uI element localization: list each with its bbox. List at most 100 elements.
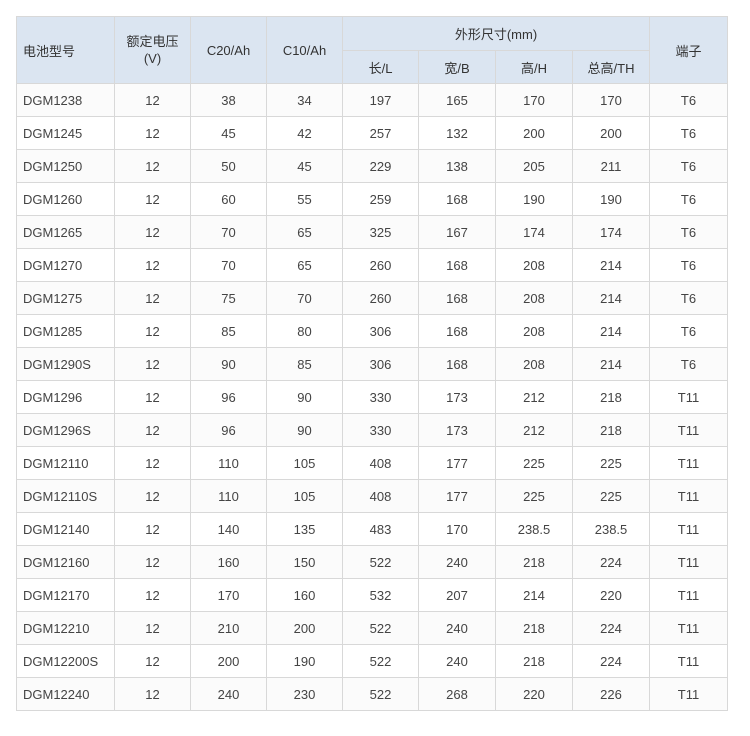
cell-length: 330: [342, 413, 419, 447]
cell-height: 218: [495, 545, 573, 579]
cell-terminal: T6: [649, 248, 729, 282]
cell-c10: 34: [266, 83, 343, 117]
cell-model: DGM12140: [16, 512, 115, 546]
table-row: DGM12160 12 160 150 522 240 218 224 T11: [16, 545, 729, 579]
battery-spec-table: 电池型号 额定电压 (V) C20/Ah C10/Ah 外形尺寸(mm) 端子 …: [16, 16, 729, 711]
cell-terminal: T11: [649, 578, 729, 612]
table-row: DGM1250 12 50 45 229 138 205 211 T6: [16, 149, 729, 183]
table-row: DGM12110 12 110 105 408 177 225 225 T11: [16, 446, 729, 480]
cell-c10: 135: [266, 512, 343, 546]
header-terminal: 端子: [649, 16, 729, 84]
cell-c20: 38: [190, 83, 267, 117]
cell-c10: 65: [266, 248, 343, 282]
cell-terminal: T11: [649, 479, 729, 513]
cell-c10: 42: [266, 116, 343, 150]
table-header: 电池型号 额定电压 (V) C20/Ah C10/Ah 外形尺寸(mm) 端子 …: [16, 16, 729, 84]
cell-model: DGM12110S: [16, 479, 115, 513]
cell-terminal: T6: [649, 149, 729, 183]
cell-c20: 90: [190, 347, 267, 381]
cell-total-height: 174: [571, 215, 651, 249]
header-height: 高/H: [495, 50, 573, 84]
cell-c20: 70: [190, 248, 267, 282]
cell-height: 208: [495, 281, 573, 315]
cell-c20: 240: [190, 677, 267, 711]
spec-table-container: 电池型号 额定电压 (V) C20/Ah C10/Ah 外形尺寸(mm) 端子 …: [16, 16, 729, 711]
cell-c10: 85: [266, 347, 343, 381]
cell-c10: 70: [266, 281, 343, 315]
cell-total-height: 224: [571, 611, 651, 645]
cell-total-height: 224: [571, 545, 651, 579]
cell-height: 225: [495, 446, 573, 480]
cell-c10: 150: [266, 545, 343, 579]
cell-height: 170: [495, 83, 573, 117]
cell-height: 212: [495, 380, 573, 414]
cell-c20: 45: [190, 116, 267, 150]
cell-terminal: T6: [649, 116, 729, 150]
cell-length: 259: [342, 182, 419, 216]
table-row: DGM1296S 12 96 90 330 173 212 218 T11: [16, 413, 729, 447]
cell-width: 138: [418, 149, 496, 183]
cell-height: 205: [495, 149, 573, 183]
cell-voltage: 12: [114, 578, 191, 612]
table-row: DGM12140 12 140 135 483 170 238.5 238.5 T11: [16, 512, 729, 546]
cell-model: DGM1270: [16, 248, 115, 282]
cell-voltage: 12: [114, 116, 191, 150]
header-voltage-label: 额定电压 (V): [126, 34, 179, 66]
cell-terminal: T11: [649, 644, 729, 678]
cell-c10: 105: [266, 446, 343, 480]
cell-length: 532: [342, 578, 419, 612]
table-row: DGM1296 12 96 90 330 173 212 218 T11: [16, 380, 729, 414]
cell-length: 229: [342, 149, 419, 183]
table-row: DGM12110S 12 110 105 408 177 225 225 T11: [16, 479, 729, 513]
cell-model: DGM12170: [16, 578, 115, 612]
cell-total-height: 211: [571, 149, 651, 183]
cell-c20: 160: [190, 545, 267, 579]
cell-terminal: T6: [649, 215, 729, 249]
table-body: DGM1238 12 38 34 197 165 170 170 T6 DGM1245 12 45 42…: [16, 83, 729, 711]
cell-length: 325: [342, 215, 419, 249]
cell-voltage: 12: [114, 512, 191, 546]
header-voltage: 额定电压 (V): [114, 16, 191, 84]
table-row: DGM1290S 12 90 85 306 168 208 214 T6: [16, 347, 729, 381]
cell-voltage: 12: [114, 644, 191, 678]
cell-c20: 96: [190, 380, 267, 414]
cell-c10: 230: [266, 677, 343, 711]
cell-total-height: 225: [571, 479, 651, 513]
table-row: DGM1275 12 75 70 260 168 208 214 T6: [16, 281, 729, 315]
cell-width: 168: [418, 182, 496, 216]
cell-terminal: T6: [649, 182, 729, 216]
cell-model: DGM1250: [16, 149, 115, 183]
cell-total-height: 190: [571, 182, 651, 216]
cell-c10: 80: [266, 314, 343, 348]
cell-length: 522: [342, 611, 419, 645]
cell-c10: 190: [266, 644, 343, 678]
cell-terminal: T11: [649, 446, 729, 480]
cell-c10: 65: [266, 215, 343, 249]
table-row: DGM12240 12 240 230 522 268 220 226 T11: [16, 677, 729, 711]
cell-c20: 210: [190, 611, 267, 645]
header-dimensions: 外形尺寸(mm): [341, 16, 651, 51]
cell-total-height: 170: [571, 83, 651, 117]
table-row: DGM1260 12 60 55 259 168 190 190 T6: [16, 182, 729, 216]
cell-width: 240: [418, 545, 496, 579]
cell-length: 260: [342, 281, 419, 315]
cell-voltage: 12: [114, 380, 191, 414]
cell-height: 208: [495, 314, 573, 348]
cell-voltage: 12: [114, 545, 191, 579]
table-row: DGM1265 12 70 65 325 167 174 174 T6: [16, 215, 729, 249]
cell-width: 168: [418, 347, 496, 381]
cell-terminal: T6: [649, 347, 729, 381]
cell-total-height: 200: [571, 116, 651, 150]
cell-c20: 200: [190, 644, 267, 678]
cell-total-height: 225: [571, 446, 651, 480]
cell-terminal: T11: [649, 545, 729, 579]
cell-length: 306: [342, 314, 419, 348]
cell-terminal: T11: [649, 413, 729, 447]
cell-height: 218: [495, 644, 573, 678]
cell-model: DGM1260: [16, 182, 115, 216]
cell-voltage: 12: [114, 446, 191, 480]
cell-c10: 90: [266, 380, 343, 414]
header-width: 宽/B: [418, 50, 496, 84]
cell-model: DGM1275: [16, 281, 115, 315]
cell-terminal: T6: [649, 281, 729, 315]
